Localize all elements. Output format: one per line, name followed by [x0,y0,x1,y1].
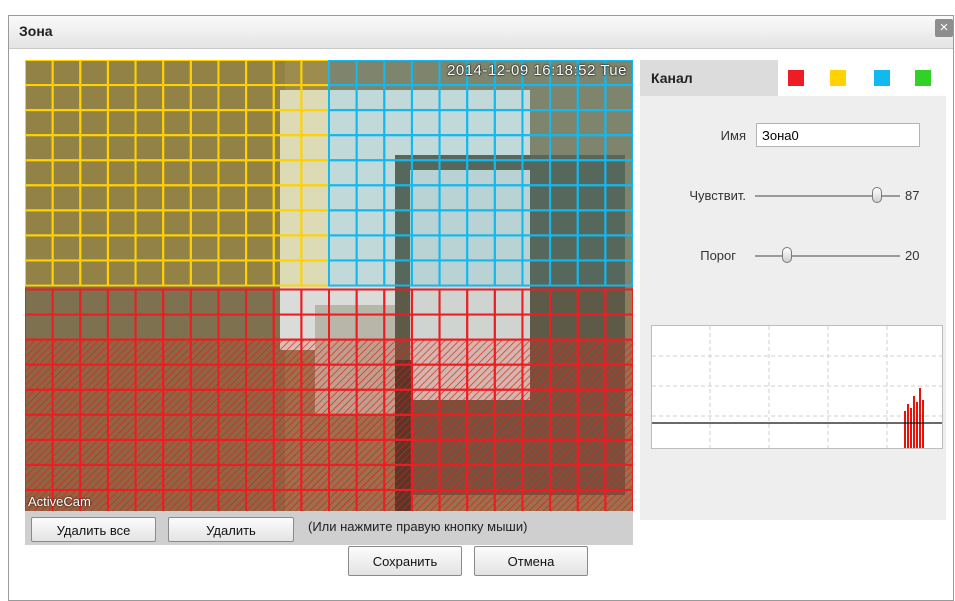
zone-name-input[interactable] [756,123,920,147]
delete-button[interactable]: Удалить [168,517,294,542]
threshold-value: 20 [905,248,920,263]
dialog-title: Зона [19,23,53,39]
zone-cyan-swatch[interactable] [874,70,890,86]
zone-green-swatch[interactable] [915,70,931,86]
name-label: Имя [720,128,746,143]
threshold-slider-thumb[interactable] [782,247,792,263]
yellow-zone-tint [25,60,328,284]
threshold-label: Порог [700,248,736,263]
osd-brand: ActiveCam [28,494,91,509]
cyan-zone-tint [328,60,633,284]
grid-action-bar: Удалить все Удалить (Или нажмите правую … [25,511,633,545]
sensitivity-label: Чувствит. [689,188,746,203]
cancel-button[interactable]: Отмена [474,546,588,576]
motion-graph-svg [652,326,942,448]
channel-tab: Канал [640,60,778,96]
dialog-titlebar: Зона × [9,16,953,49]
zone-red-swatch[interactable] [788,70,804,86]
video-preview[interactable]: 2014-12-09 16:18:52 Tue ActiveCam [25,60,633,511]
camera-scene [25,60,633,511]
motion-level-graph [651,325,943,449]
sensitivity-slider-thumb[interactable] [872,187,882,203]
save-button[interactable]: Сохранить [348,546,462,576]
osd-timestamp: 2014-12-09 16:18:52 Tue [447,62,627,79]
channel-label: Канал [651,70,693,86]
zone-settings-panel: Канал Имя Чувствит. 87 Порог 20 [640,60,946,520]
motion-bars [904,388,924,448]
zone-yellow-swatch[interactable] [830,70,846,86]
delete-all-button[interactable]: Удалить все [31,517,156,542]
channel-bar: Канал [640,60,946,96]
sensitivity-value: 87 [905,188,920,203]
threshold-slider-track[interactable] [755,255,900,257]
right-click-hint: (Или нажмите правую кнопку мыши) [308,519,528,534]
close-icon[interactable]: × [935,19,953,37]
